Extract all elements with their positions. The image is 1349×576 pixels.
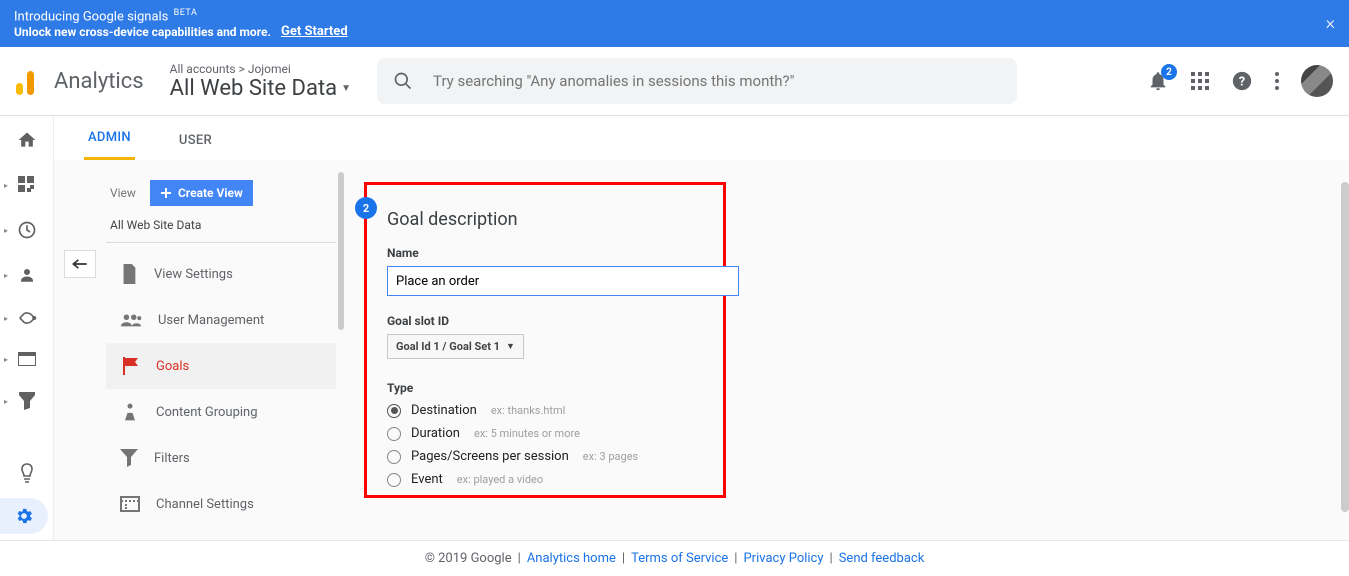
type-duration[interactable]: Duration ex: 5 minutes or more	[387, 426, 703, 441]
radio-icon	[387, 404, 401, 418]
search-icon	[393, 71, 413, 91]
caret-down-icon: ▼	[341, 83, 351, 94]
search-bar[interactable]	[377, 58, 1017, 104]
radio-icon	[387, 450, 401, 464]
goal-slot-dropdown[interactable]: Goal Id 1 / Goal Set 1 ▼	[387, 334, 524, 359]
caret-down-icon: ▼	[506, 341, 515, 352]
scrollbar[interactable]	[1341, 182, 1349, 512]
footer-link-home[interactable]: Analytics home	[527, 551, 616, 566]
rail-home-icon[interactable]	[0, 130, 53, 150]
left-rail: ▸ ▸ ▸ ▸ ▸ ▸	[0, 116, 54, 576]
notifications-icon[interactable]: 2	[1147, 70, 1169, 92]
rail-acquisition-icon[interactable]: ▸	[0, 310, 53, 326]
rail-realtime-icon[interactable]: ▸	[0, 220, 53, 240]
view-label: View	[110, 186, 136, 200]
banner-intro: Introducing Google signals	[14, 9, 168, 24]
banner-subtitle: Unlock new cross-device capabilities and…	[14, 25, 271, 39]
type-label: Type	[387, 381, 703, 395]
analytics-logo-icon	[14, 67, 40, 95]
footer-link-tos[interactable]: Terms of Service	[631, 551, 728, 566]
footer-link-feedback[interactable]: Send feedback	[839, 551, 925, 566]
type-pages[interactable]: Pages/Screens per session ex: 3 pages	[387, 449, 703, 464]
rail-conversions-icon[interactable]: ▸	[0, 392, 53, 410]
footer: © 2019 Google| Analytics home| Terms of …	[0, 540, 1349, 576]
notification-badge: 2	[1161, 64, 1177, 80]
step-badge: 2	[355, 197, 377, 219]
get-started-link[interactable]: Get Started	[281, 24, 348, 39]
goal-name-input[interactable]	[387, 266, 739, 296]
menu-user-management[interactable]: User Management	[106, 297, 336, 343]
promo-banner: Introducing Google signals BETA Unlock n…	[0, 0, 1349, 47]
menu-content-grouping[interactable]: Content Grouping	[106, 389, 336, 435]
apps-icon[interactable]	[1191, 72, 1209, 90]
menu-view-settings[interactable]: View Settings	[106, 251, 336, 297]
tab-user[interactable]: USER	[175, 133, 216, 160]
menu-channel-settings[interactable]: Channel Settings	[106, 481, 336, 527]
rail-discover-icon[interactable]	[0, 462, 53, 484]
rail-behavior-icon[interactable]: ▸	[0, 352, 53, 366]
slot-label: Goal slot ID	[387, 314, 703, 328]
close-icon[interactable]: ×	[1326, 13, 1335, 34]
back-button[interactable]	[64, 250, 96, 278]
form-heading: Goal description	[387, 209, 703, 230]
rail-audience-icon[interactable]: ▸	[0, 266, 53, 284]
help-icon[interactable]: ?	[1231, 70, 1253, 92]
rail-customization-icon[interactable]: ▸	[0, 176, 53, 194]
svg-text:?: ?	[1239, 75, 1245, 90]
beta-badge: BETA	[174, 8, 198, 18]
type-destination[interactable]: Destination ex: thanks.html	[387, 403, 703, 418]
current-view-name[interactable]: All Web Site Data	[106, 206, 336, 243]
menu-goals[interactable]: Goals	[106, 343, 336, 389]
tab-admin[interactable]: ADMIN	[84, 130, 135, 160]
more-icon[interactable]	[1275, 72, 1279, 90]
radio-icon	[387, 427, 401, 441]
type-event[interactable]: Event ex: played a video	[387, 472, 703, 487]
create-view-button[interactable]: Create View	[150, 180, 253, 206]
admin-tabs: ADMIN USER	[54, 116, 1349, 160]
account-selector[interactable]: All accounts > Jojomei All Web Site Data…	[170, 62, 351, 101]
name-label: Name	[387, 246, 703, 260]
goal-description-highlight: 2 Goal description Name Goal slot ID Goa…	[364, 182, 726, 498]
product-name: Analytics	[54, 69, 144, 94]
top-bar: Analytics All accounts > Jojomei All Web…	[0, 47, 1349, 116]
search-input[interactable]	[433, 72, 1001, 90]
plus-icon	[160, 187, 172, 199]
view-name: All Web Site Data	[170, 76, 337, 101]
avatar[interactable]	[1301, 65, 1333, 97]
view-side-panel: View Create View All Web Site Data View …	[106, 160, 336, 576]
menu-filters[interactable]: Filters	[106, 435, 336, 481]
footer-link-privacy[interactable]: Privacy Policy	[743, 551, 823, 566]
rail-admin-icon[interactable]	[0, 498, 48, 534]
radio-icon	[387, 473, 401, 487]
